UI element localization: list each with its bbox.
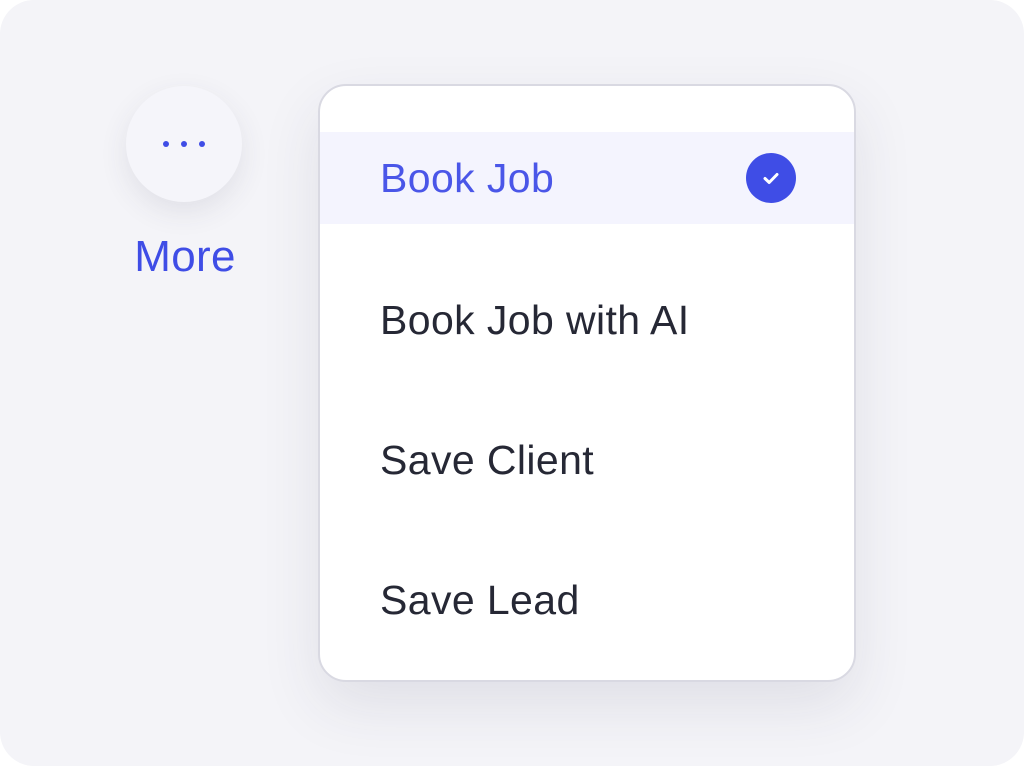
actions-dropdown-menu: Book Job Book Job with AI Save Client Sa… bbox=[318, 84, 856, 682]
check-circle-icon bbox=[746, 153, 796, 203]
menu-item-book-job[interactable]: Book Job bbox=[320, 132, 854, 224]
dot bbox=[163, 141, 169, 147]
menu-item-book-job-with-ai[interactable]: Book Job with AI bbox=[320, 274, 854, 366]
more-label[interactable]: More bbox=[100, 232, 270, 282]
ellipsis-icon bbox=[163, 141, 205, 147]
dot bbox=[199, 141, 205, 147]
menu-item-label: Save Lead bbox=[380, 576, 580, 623]
menu-item-save-lead[interactable]: Save Lead bbox=[320, 554, 854, 646]
menu-item-label: Book Job bbox=[380, 154, 555, 201]
menu-item-label: Save Client bbox=[380, 436, 595, 483]
dot bbox=[181, 141, 187, 147]
app-frame: More Book Job Book Job with AI Save Clie… bbox=[0, 0, 1024, 766]
menu-item-label: Book Job with AI bbox=[380, 296, 690, 343]
menu-item-save-client[interactable]: Save Client bbox=[320, 414, 854, 506]
more-button[interactable] bbox=[126, 86, 242, 202]
